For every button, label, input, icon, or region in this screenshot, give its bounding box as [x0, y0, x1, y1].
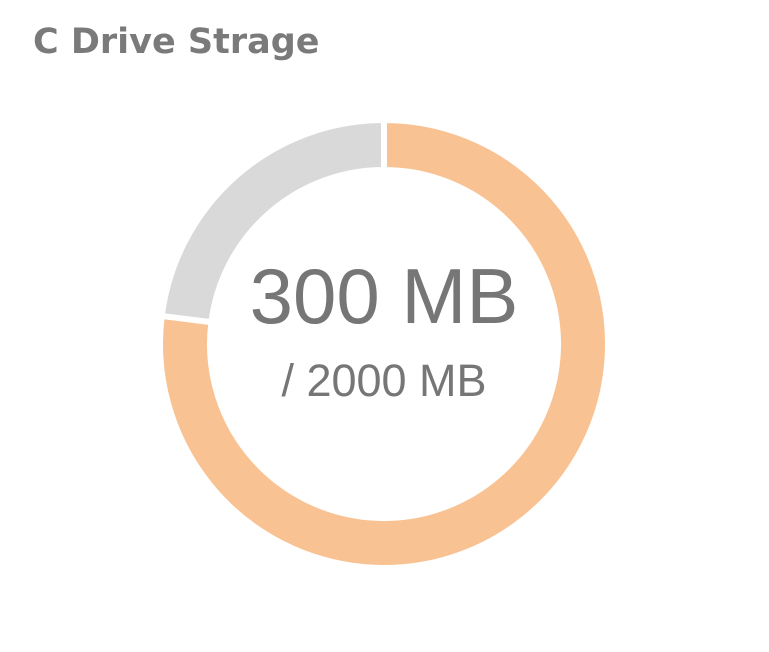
donut-slices: [157, 116, 611, 571]
center-total: / 2000 MB: [281, 355, 486, 406]
center-value: 300 MB: [250, 252, 519, 340]
donut-chart: 300 MB / 2000 MB: [157, 116, 611, 571]
